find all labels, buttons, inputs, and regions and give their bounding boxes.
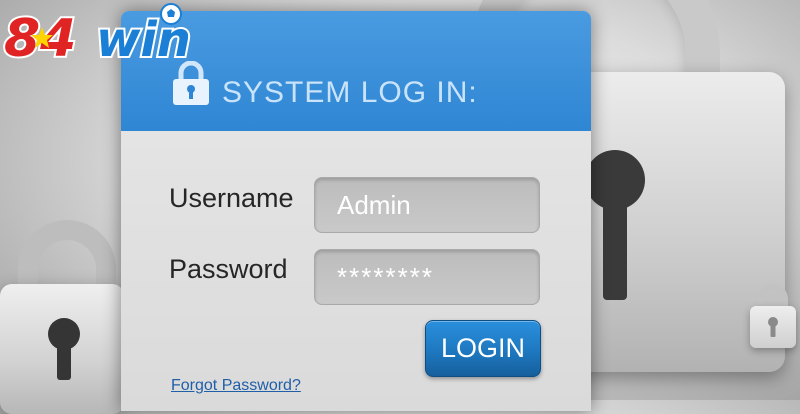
keyhole-icon — [585, 150, 645, 300]
login-panel: SYSTEM LOG IN: Username Admin Password *… — [121, 11, 591, 411]
login-title: SYSTEM LOG IN: — [222, 76, 478, 109]
password-field[interactable]: ******** — [314, 249, 540, 305]
password-label: Password — [169, 254, 288, 284]
username-field[interactable]: Admin — [314, 177, 540, 233]
keyhole-icon — [768, 317, 778, 337]
soccer-ball-icon — [160, 3, 182, 25]
forgot-password-link[interactable]: Forgot Password? — [171, 377, 301, 395]
keyhole-icon — [48, 318, 80, 380]
login-form: Username Admin Password ******** LOGIN F… — [121, 131, 591, 411]
brand-logo: 84 win — [2, 3, 193, 70]
login-button[interactable]: LOGIN — [425, 320, 541, 377]
username-label: Username — [169, 183, 294, 213]
